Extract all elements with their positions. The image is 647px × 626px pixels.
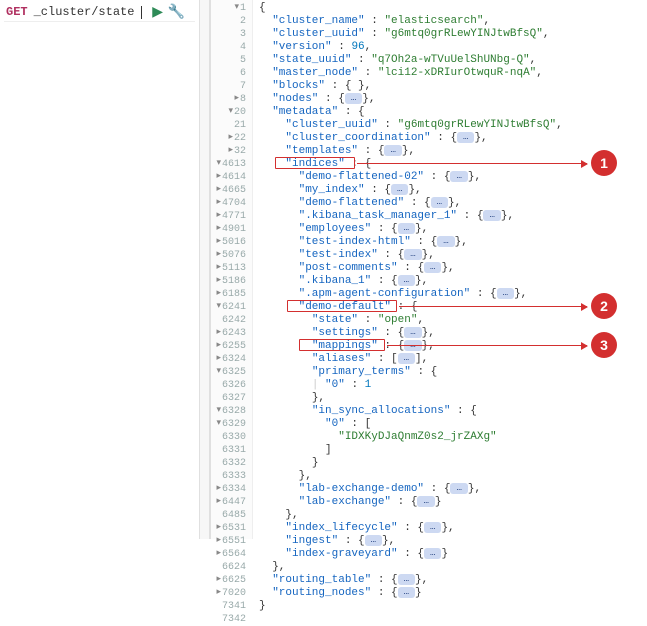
fold-badge[interactable]: … xyxy=(404,249,421,260)
fold-badge[interactable]: … xyxy=(398,587,415,598)
callout-circle-2: 2 xyxy=(591,293,617,319)
fold-badge[interactable]: … xyxy=(424,548,441,559)
callout-arrow-2 xyxy=(399,306,587,307)
response-code[interactable]: { "cluster_name" : "elasticsearch", "clu… xyxy=(253,0,647,539)
text-cursor xyxy=(141,6,142,19)
callout-circle-1: 1 xyxy=(591,150,617,176)
fold-badge[interactable]: … xyxy=(365,535,382,546)
fold-badge[interactable]: … xyxy=(497,288,514,299)
callout-box-2 xyxy=(287,300,397,312)
fold-badge[interactable]: … xyxy=(457,132,474,143)
fold-badge[interactable]: … xyxy=(398,353,415,364)
fold-badge[interactable]: … xyxy=(398,223,415,234)
line-gutter: 1 2 3 4 5 6 7 8 20 21 22 32 4613 4614 46… xyxy=(211,0,253,539)
response-panel: 1 2 3 4 5 6 7 8 20 21 22 32 4613 4614 46… xyxy=(210,0,647,539)
fold-badge[interactable]: … xyxy=(424,262,441,273)
callout-arrow-1 xyxy=(357,163,587,164)
fold-badge[interactable]: … xyxy=(345,93,362,104)
fold-badge[interactable]: … xyxy=(431,197,448,208)
request-panel: GET _cluster/state ▶ 🔧 xyxy=(0,0,200,539)
request-row[interactable]: GET _cluster/state xyxy=(4,3,195,22)
http-method: GET xyxy=(6,5,28,19)
fold-badge[interactable]: … xyxy=(437,236,454,247)
play-icon[interactable]: ▶ xyxy=(152,4,163,21)
fold-badge[interactable]: … xyxy=(450,483,467,494)
fold-badge[interactable]: … xyxy=(398,574,415,585)
fold-badge[interactable]: … xyxy=(424,522,441,533)
wrench-icon[interactable]: 🔧 xyxy=(168,4,185,21)
panel-divider[interactable] xyxy=(200,0,210,539)
request-path[interactable]: _cluster/state xyxy=(34,5,135,19)
callout-circle-3: 3 xyxy=(591,332,617,358)
fold-badge[interactable]: … xyxy=(391,184,408,195)
fold-badge[interactable]: … xyxy=(417,496,434,507)
callout-arrow-3 xyxy=(387,345,587,346)
callout-box-1 xyxy=(275,157,355,169)
fold-badge[interactable]: … xyxy=(404,327,421,338)
fold-badge[interactable]: … xyxy=(384,145,401,156)
fold-badge[interactable]: … xyxy=(450,171,467,182)
callout-box-3 xyxy=(299,339,385,351)
fold-badge[interactable]: … xyxy=(398,275,415,286)
fold-badge[interactable]: … xyxy=(483,210,500,221)
